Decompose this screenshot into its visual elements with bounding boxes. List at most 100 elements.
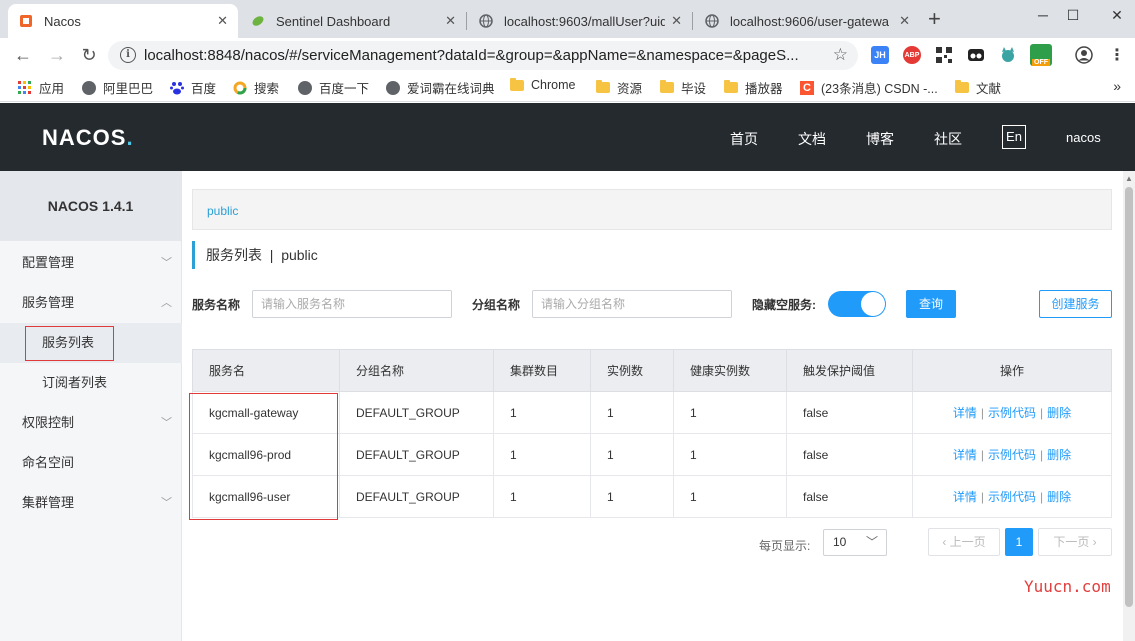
nav-home[interactable]: 首页 [730, 129, 758, 149]
per-page-select[interactable]: 10 ﹀ [823, 529, 887, 556]
page-number-current[interactable]: 1 [1005, 528, 1033, 556]
qr-code-icon[interactable] [935, 46, 953, 64]
forward-icon[interactable]: → [46, 44, 68, 66]
group-name-input[interactable] [532, 290, 732, 318]
sidebar-item-cluster[interactable]: 集群管理 ﹀ [0, 483, 182, 523]
tab-title: Nacos [44, 13, 81, 29]
hide-empty-toggle[interactable] [828, 291, 886, 317]
bookmark-star-icon[interactable]: ☆ [833, 45, 848, 65]
prev-page-button[interactable]: ‹ 上一页 [928, 528, 1000, 556]
cluster-count-cell: 1 [493, 391, 591, 434]
cluster-count-cell: 1 [493, 433, 591, 476]
namespace-link-public[interactable]: public [207, 204, 238, 218]
sample-code-link[interactable]: 示例代码 [988, 490, 1036, 504]
language-switch[interactable]: En [1002, 125, 1026, 149]
close-window-icon[interactable]: ✕ [1094, 0, 1135, 30]
tab-title: localhost:9606/user-gatewa [730, 13, 889, 29]
off-extension-icon[interactable]: OFF [1030, 44, 1052, 66]
bookmark-baidu-search[interactable]: 百度一下 [298, 78, 369, 97]
jh-extension-icon[interactable]: JH [871, 46, 889, 64]
close-tab-icon[interactable]: ✕ [445, 13, 456, 29]
tab-title: Sentinel Dashboard [276, 13, 391, 29]
service-name-label: 服务名称 [192, 298, 241, 312]
operations-cell: 详情 | 示例代码 | 删除 [912, 475, 1112, 518]
tab-user-gateway[interactable]: localhost:9606/user-gatewa ✕ [694, 4, 920, 38]
bookmark-baidu[interactable]: 百度 [170, 78, 216, 97]
adblock-plus-icon[interactable]: ABP [903, 46, 921, 64]
query-button[interactable]: 查询 [906, 290, 956, 318]
bookmarks-bar: 应用 阿里巴巴 百度 搜索 百度一下 爱词霸在线词典 Chrome 资源 毕设 … [0, 72, 1135, 102]
globe-favicon-icon [704, 13, 720, 29]
bookmark-folder-player[interactable]: 播放器 [724, 78, 783, 97]
close-tab-icon[interactable]: ✕ [899, 13, 910, 29]
back-icon[interactable]: ← [12, 44, 34, 66]
details-link[interactable]: 详情 [953, 490, 977, 504]
globe-icon [386, 80, 400, 95]
col-cluster-count: 集群数目 [493, 349, 591, 392]
nacos-favicon-icon [18, 13, 34, 29]
nav-blog[interactable]: 博客 [866, 129, 894, 149]
delete-link[interactable]: 删除 [1047, 448, 1071, 462]
threshold-cell: false [786, 391, 913, 434]
folder-icon [955, 80, 969, 95]
tab-malluser[interactable]: localhost:9603/mallUser?uid ✕ [468, 4, 692, 38]
bookmark-folder-chrome[interactable]: Chrome [510, 77, 575, 92]
service-name-input[interactable] [252, 290, 452, 318]
healthy-count-cell: 1 [673, 433, 787, 476]
create-service-button[interactable]: 创建服务 [1039, 290, 1112, 318]
sidebar-item-subscribers[interactable]: 订阅者列表 [0, 363, 182, 403]
tab-separator [692, 12, 693, 30]
maximize-icon[interactable]: ☐ [1050, 0, 1096, 30]
sidebar-item-config[interactable]: 配置管理 ﹀ [0, 243, 182, 283]
sample-code-link[interactable]: 示例代码 [988, 448, 1036, 462]
cat-extension-icon[interactable] [999, 46, 1017, 64]
close-tab-icon[interactable]: ✕ [671, 13, 682, 29]
sidebar-item-service[interactable]: 服务管理 ︿ [0, 283, 182, 323]
close-tab-icon[interactable]: ✕ [217, 13, 228, 29]
tampermonkey-icon[interactable] [967, 46, 985, 64]
details-link[interactable]: 详情 [953, 406, 977, 420]
nav-docs[interactable]: 文档 [798, 129, 826, 149]
sidebar-item-auth[interactable]: 权限控制 ﹀ [0, 403, 182, 443]
nacos-logo[interactable]: NACOS. [42, 125, 134, 151]
bookmark-iciba[interactable]: 爱词霸在线词典 [386, 78, 495, 97]
reload-icon[interactable]: ↻ [78, 44, 100, 66]
bookmark-folder-resources[interactable]: 资源 [596, 78, 642, 97]
bookmark-alibaba[interactable]: 阿里巴巴 [82, 78, 153, 97]
globe-favicon-icon [478, 13, 494, 29]
chevron-double-right-icon[interactable]: » [1113, 78, 1121, 94]
address-bar[interactable]: i localhost:8848/nacos/#/serviceManageme… [108, 41, 858, 70]
browser-tab-bar: Nacos ✕ Sentinel Dashboard ✕ localhost:9… [0, 0, 1135, 38]
sidebar-version: NACOS 1.4.1 [0, 171, 181, 241]
delete-link[interactable]: 删除 [1047, 406, 1071, 420]
threshold-cell: false [786, 475, 913, 518]
chevron-down-icon: ﹀ [161, 257, 172, 269]
bookmark-apps[interactable]: 应用 [18, 78, 64, 97]
page-scrollbar[interactable]: ▲ [1123, 171, 1135, 641]
sidebar-item-namespace[interactable]: 命名空间 [0, 443, 182, 483]
tab-nacos[interactable]: Nacos ✕ [8, 4, 238, 38]
scrollbar-thumb[interactable] [1125, 187, 1133, 607]
delete-link[interactable]: 删除 [1047, 490, 1071, 504]
chevron-down-icon: ﹀ [865, 535, 878, 549]
nav-community[interactable]: 社区 [934, 129, 962, 149]
table-header-row: 服务名 分组名称 集群数目 实例数 健康实例数 触发保护阈值 操作 [192, 349, 1112, 392]
site-info-icon[interactable]: i [120, 47, 136, 63]
profile-icon[interactable] [1075, 46, 1093, 64]
next-page-button[interactable]: 下一页 › [1038, 528, 1112, 556]
chevron-down-icon: ﹀ [161, 497, 172, 509]
bookmark-csdn[interactable]: C (23条消息) CSDN -... [800, 78, 938, 97]
tab-title: localhost:9603/mallUser?uid [504, 13, 666, 29]
new-tab-icon[interactable]: + [928, 6, 941, 32]
bookmark-folder-thesis[interactable]: 毕设 [660, 78, 706, 97]
user-name[interactable]: nacos [1066, 130, 1101, 145]
address-url[interactable]: localhost:8848/nacos/#/serviceManagement… [144, 47, 824, 64]
tab-sentinel[interactable]: Sentinel Dashboard ✕ [240, 4, 466, 38]
scroll-up-arrow-icon[interactable]: ▲ [1125, 174, 1133, 183]
details-link[interactable]: 详情 [953, 448, 977, 462]
browser-menu-icon[interactable]: ⋮ [1108, 46, 1126, 64]
sample-code-link[interactable]: 示例代码 [988, 406, 1036, 420]
bookmark-search[interactable]: 搜索 [233, 78, 279, 97]
bookmark-folder-papers[interactable]: 文献 [955, 78, 1001, 97]
col-protect-threshold: 触发保护阈值 [786, 349, 913, 392]
